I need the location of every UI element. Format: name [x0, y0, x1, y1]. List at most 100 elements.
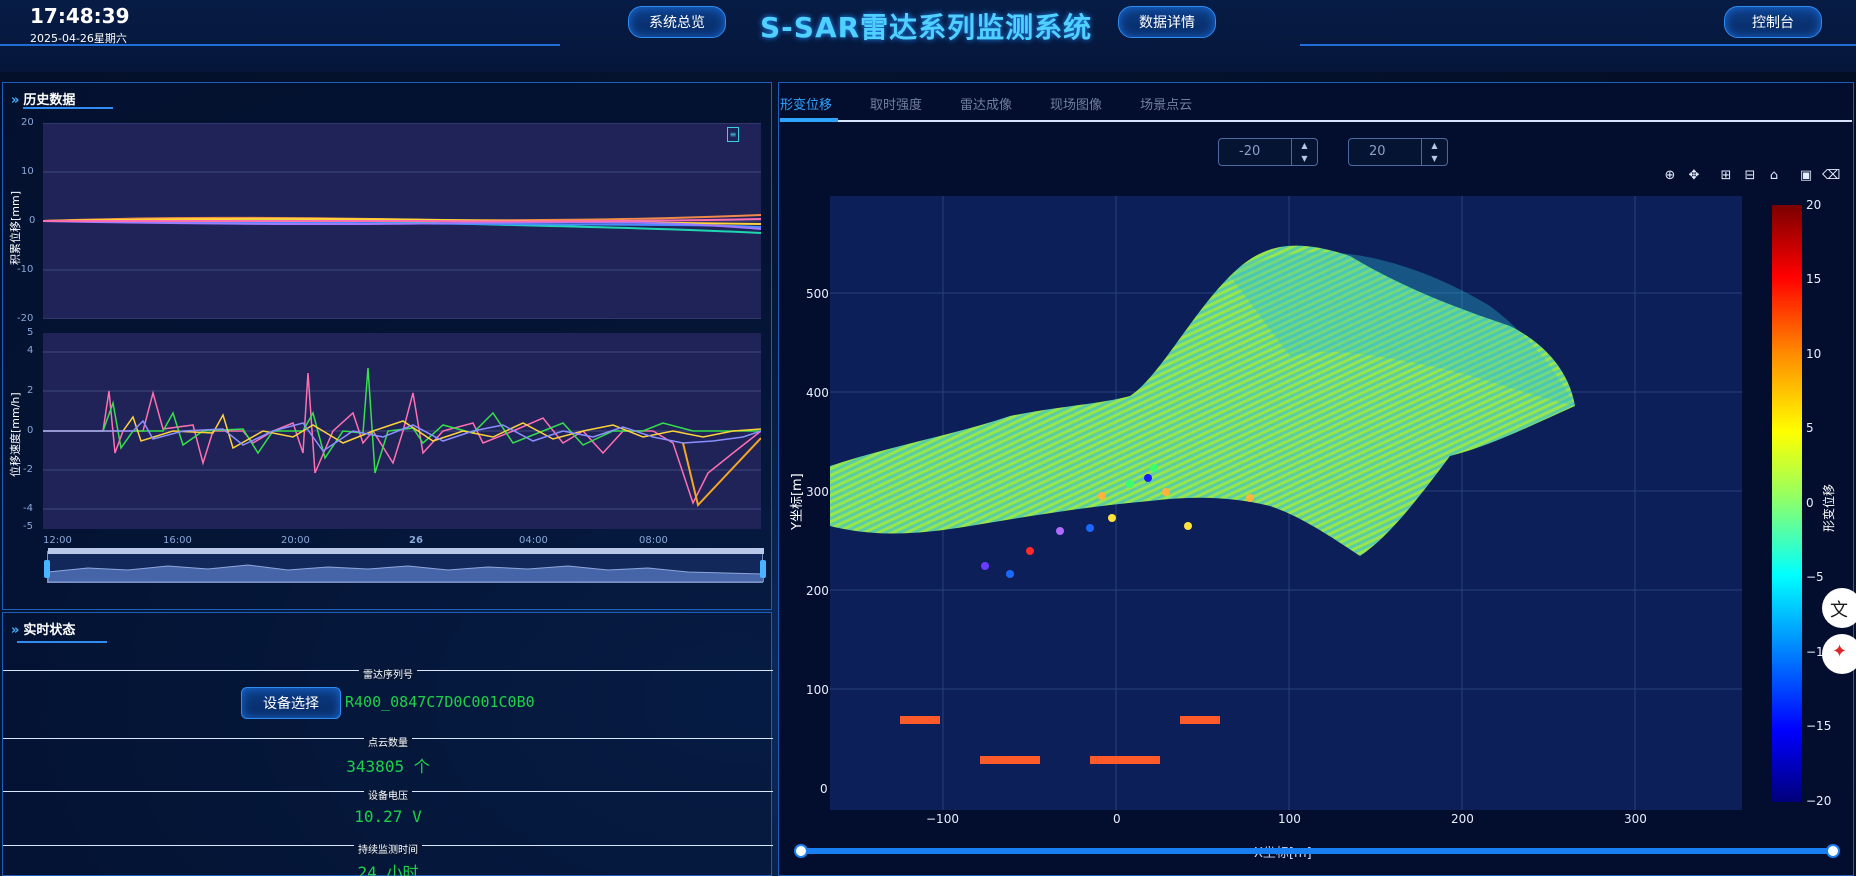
- clear-icon[interactable]: ⌫: [1822, 168, 1840, 184]
- translate-icon[interactable]: 文: [1822, 588, 1856, 628]
- system-overview-button[interactable]: 系统总览: [628, 6, 726, 38]
- tick-label: -20: [17, 313, 34, 324]
- max-stepper[interactable]: ▲ ▼: [1421, 139, 1447, 165]
- x-tick-label: 16:00: [163, 535, 192, 546]
- history-panel: 历史数据 ≡ 20 10 0 -10 -20 积累位移[mm]: [2, 82, 772, 610]
- tab-intensity[interactable]: 取时强度: [870, 94, 922, 120]
- top-header: 17:48:39 2025-04-26星期六 系统总览 S-SAR雷达系列监测系…: [0, 0, 1856, 72]
- slider-preview: [48, 564, 764, 582]
- viewer-tabs: 形变位移 取时强度 雷达成像 现场图像 场景点云: [780, 94, 1230, 120]
- velocity-lines: [43, 351, 761, 510]
- y-tick-label: 100: [806, 683, 829, 697]
- duration-label: 持续监测时间: [354, 845, 422, 856]
- point-count-value-row: 343805 个: [3, 753, 773, 777]
- accumulated-displacement-chart[interactable]: ≡: [43, 123, 761, 319]
- chevron-down-icon[interactable]: ▼: [1292, 152, 1317, 165]
- accumulated-lines: [43, 123, 761, 319]
- colorbar-tick: −5: [1806, 570, 1824, 584]
- x-tick-label: 08:00: [639, 535, 668, 546]
- tick-label: -4: [23, 503, 33, 514]
- duration-value-row: 24 小时: [3, 859, 773, 876]
- colorbar-tick: 0: [1806, 496, 1814, 510]
- network-icon[interactable]: ✦: [1822, 634, 1856, 674]
- realtime-panel: 实时状态 雷达序列号 设备选择 R400_0847C7D0C001C0B0 点云…: [2, 612, 773, 876]
- velocity-ylabel: 位移速度[mm/h]: [9, 392, 22, 477]
- y-tick-label: 200: [806, 584, 829, 598]
- radar-serial-value: R400_0847C7D0C001C0B0: [345, 693, 535, 711]
- x-tick-label: 04:00: [519, 535, 548, 546]
- zoom-icon[interactable]: ⊕: [1662, 168, 1678, 184]
- x-tick-label: 20:00: [281, 535, 310, 546]
- tick-label: 20: [21, 117, 34, 128]
- point-count-row: 点云数量: [3, 731, 773, 750]
- slider-right-handle[interactable]: [1826, 844, 1840, 858]
- displacement-velocity-chart[interactable]: [43, 333, 761, 529]
- slider-left-handle[interactable]: [794, 844, 808, 858]
- tick-label: 0: [29, 215, 36, 226]
- tick-label: 2: [27, 385, 34, 396]
- chevron-up-icon[interactable]: ▲: [1292, 139, 1317, 152]
- zoom-out-icon[interactable]: ⊟: [1742, 168, 1758, 184]
- x-tick-label: −100: [926, 812, 959, 826]
- clock: 17:48:39: [30, 4, 130, 28]
- chevron-down-icon[interactable]: ▼: [1422, 152, 1447, 165]
- point-cloud-plot[interactable]: [830, 196, 1742, 810]
- radar-serial-row: 雷达序列号: [3, 663, 773, 682]
- y-tick-label: 300: [806, 485, 829, 499]
- tab-underline: [780, 120, 1852, 122]
- viewer-range-slider[interactable]: [794, 844, 1840, 858]
- home-icon[interactable]: ⌂: [1766, 168, 1782, 184]
- voltage-value: 10.27 V: [354, 807, 422, 826]
- duration-row: 持续监测时间: [3, 838, 773, 857]
- max-value-input[interactable]: 20 ▲ ▼: [1348, 138, 1448, 166]
- y-tick-label: 0: [820, 782, 828, 796]
- device-select-button[interactable]: 设备选择: [241, 687, 341, 719]
- pan-icon[interactable]: ✥: [1686, 168, 1702, 184]
- duration-value: 24 小时: [357, 863, 419, 876]
- page-title: S-SAR雷达系列监测系统: [760, 11, 1093, 44]
- chevron-up-icon[interactable]: ▲: [1422, 139, 1447, 152]
- x-tick-label: 300: [1624, 812, 1647, 826]
- accumulated-ylabel: 积累位移[mm]: [9, 190, 22, 265]
- save-icon[interactable]: ▣: [1798, 168, 1814, 184]
- active-tab-indicator: [780, 118, 838, 122]
- title-underline: [17, 641, 107, 643]
- min-value-input[interactable]: -20 ▲ ▼: [1218, 138, 1318, 166]
- document-icon[interactable]: ≡: [727, 127, 739, 142]
- colorbar-tick: 10: [1806, 347, 1822, 361]
- colorbar-tick: 5: [1806, 421, 1814, 435]
- point-count-value: 343805 个: [346, 757, 430, 776]
- tab-site-image[interactable]: 现场图像: [1050, 94, 1102, 120]
- tab-radar-imaging[interactable]: 雷达成像: [960, 94, 1012, 120]
- slider-left-handle[interactable]: [44, 560, 50, 578]
- max-value-text: 20: [1369, 144, 1386, 159]
- point-count-label: 点云数量: [364, 738, 412, 749]
- slider-right-handle[interactable]: [760, 560, 766, 578]
- x-tick-label: 12:00: [43, 535, 72, 546]
- tick-label: 0: [27, 425, 34, 436]
- header-divider: [1300, 44, 1856, 46]
- min-value-text: -20: [1239, 144, 1261, 159]
- y-tick-label: 400: [806, 386, 829, 400]
- data-details-button[interactable]: 数据详情: [1118, 6, 1216, 38]
- zoom-in-icon[interactable]: ⊞: [1718, 168, 1734, 184]
- tick-label: -10: [17, 264, 34, 275]
- tick-label: 10: [21, 166, 34, 177]
- voltage-value-row: 10.27 V: [3, 807, 773, 826]
- colorbar-tick: −15: [1806, 719, 1832, 733]
- history-title: 历史数据: [11, 89, 75, 108]
- colorbar: [1772, 205, 1802, 802]
- tick-label: 4: [27, 345, 34, 356]
- tab-deformation[interactable]: 形变位移: [780, 94, 832, 120]
- min-stepper[interactable]: ▲ ▼: [1291, 139, 1317, 165]
- date-label: 2025-04-26星期六: [30, 32, 127, 45]
- x-tick-label: 200: [1451, 812, 1474, 826]
- tab-scene-pointcloud[interactable]: 场景点云: [1140, 94, 1192, 120]
- console-button[interactable]: 控制台: [1724, 6, 1822, 38]
- voltage-row: 设备电压: [3, 784, 773, 803]
- y-tick-label: 500: [806, 287, 829, 301]
- radar-serial-label: 雷达序列号: [359, 670, 417, 681]
- x-tick-label: 100: [1278, 812, 1301, 826]
- time-range-slider[interactable]: [44, 548, 766, 583]
- x-tick-label: 0: [1113, 812, 1121, 826]
